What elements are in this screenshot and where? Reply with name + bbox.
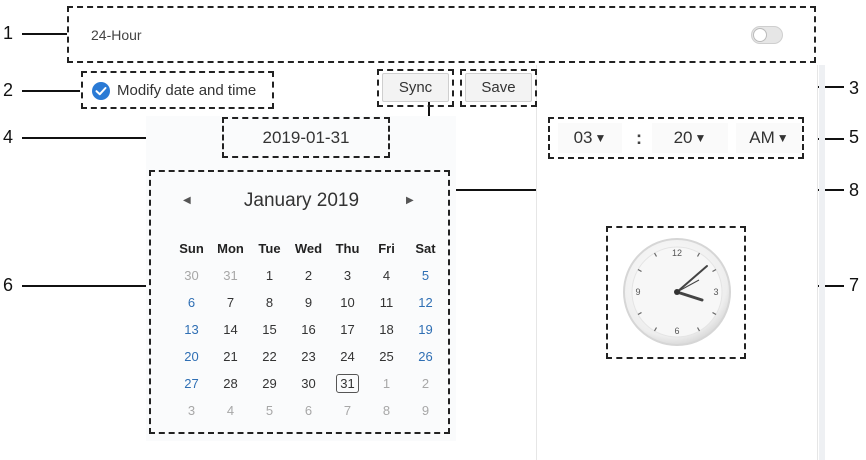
calendar-day[interactable]: 16 bbox=[289, 316, 328, 343]
calendar-day[interactable]: 6 bbox=[172, 289, 211, 316]
callout-line-1 bbox=[22, 33, 67, 35]
callout-1: 1 bbox=[3, 23, 14, 43]
next-month-icon[interactable]: ▶ bbox=[406, 195, 414, 206]
time-separator: : bbox=[636, 128, 642, 148]
calendar-day[interactable]: 27 bbox=[172, 370, 211, 397]
weekday-tue: Tue bbox=[258, 240, 281, 256]
calendar-day[interactable]: 2 bbox=[289, 262, 328, 289]
date-input[interactable]: 2019-01-31 bbox=[226, 121, 386, 154]
calendar-day[interactable]: 5 bbox=[250, 397, 289, 424]
calendar-day[interactable]: 17 bbox=[328, 316, 367, 343]
calendar-day[interactable]: 29 bbox=[250, 370, 289, 397]
hour-dropdown-icon: ▼ bbox=[594, 131, 607, 145]
calendar-day[interactable]: 14 bbox=[211, 316, 250, 343]
weekday-mon: Mon bbox=[217, 240, 244, 256]
callout-7: 7 bbox=[849, 275, 860, 295]
calendar-day[interactable]: 20 bbox=[172, 343, 211, 370]
save-button[interactable]: Save bbox=[465, 73, 532, 102]
calendar-widget: ◀ January 2019 ▶ Sun Mon Tue Wed Thu Fri… bbox=[149, 170, 450, 434]
calendar-day[interactable]: 30 bbox=[289, 370, 328, 397]
callout-2: 2 bbox=[3, 80, 14, 100]
calendar-day[interactable]: 30 bbox=[172, 262, 211, 289]
hour-mode-row: 24-Hour bbox=[67, 6, 816, 63]
calendar-day[interactable]: 3 bbox=[172, 397, 211, 424]
sync-button[interactable]: Sync bbox=[382, 73, 449, 102]
modify-checkbox-row[interactable]: Modify date and time bbox=[81, 71, 274, 109]
callout-3: 3 bbox=[849, 78, 860, 98]
ampm-value: AM bbox=[749, 128, 775, 147]
calendar-day[interactable]: 4 bbox=[211, 397, 250, 424]
clock-mark-9: 9 bbox=[635, 287, 640, 297]
hour-value: 03 bbox=[573, 128, 593, 147]
callout-4: 4 bbox=[3, 127, 14, 147]
hour-mode-label: 24-Hour bbox=[91, 27, 142, 43]
calendar-day[interactable]: 2 bbox=[406, 370, 445, 397]
hour-select[interactable]: 03 ▼ bbox=[558, 123, 622, 153]
calendar-day[interactable]: 9 bbox=[406, 397, 445, 424]
weekday-fri: Fri bbox=[378, 240, 395, 256]
right-scrollbar-track bbox=[819, 65, 825, 460]
ampm-dropdown-icon: ▼ bbox=[776, 131, 789, 145]
calendar-day[interactable]: 23 bbox=[289, 343, 328, 370]
clock-mark-6: 6 bbox=[674, 326, 679, 336]
calendar-day[interactable]: 25 bbox=[367, 343, 406, 370]
ampm-select[interactable]: AM ▼ bbox=[736, 123, 802, 153]
selected-day-label: 31 bbox=[336, 374, 359, 393]
callout-5: 5 bbox=[849, 127, 860, 147]
calendar-day[interactable]: 1 bbox=[367, 370, 406, 397]
time-picker-group: 03 ▼ : 20 ▼ AM ▼ bbox=[548, 117, 804, 159]
weekday-wed: Wed bbox=[294, 240, 323, 256]
minute-select[interactable]: 20 ▼ bbox=[652, 123, 728, 153]
calendar-day[interactable]: 15 bbox=[250, 316, 289, 343]
calendar-day[interactable]: 12 bbox=[406, 289, 445, 316]
weekday-sun: Sun bbox=[179, 240, 204, 256]
calendar-day[interactable]: 11 bbox=[367, 289, 406, 316]
calendar-day[interactable]: 26 bbox=[406, 343, 445, 370]
calendar-day[interactable]: 6 bbox=[289, 397, 328, 424]
calendar-day[interactable]: 21 bbox=[211, 343, 250, 370]
calendar-day[interactable]: 9 bbox=[289, 289, 328, 316]
weekday-sat: Sat bbox=[415, 240, 436, 256]
callout-8: 8 bbox=[849, 180, 860, 200]
calendar-day[interactable]: 4 bbox=[367, 262, 406, 289]
calendar-day[interactable]: 7 bbox=[211, 289, 250, 316]
modify-label: Modify date and time bbox=[117, 82, 257, 99]
toggle-knob bbox=[753, 28, 767, 42]
callout-6: 6 bbox=[3, 275, 14, 295]
clock-mark-12: 12 bbox=[672, 248, 682, 258]
calendar-week-row: 6 7 8 9 10 11 12 bbox=[172, 289, 445, 316]
calendar-day[interactable]: 10 bbox=[328, 289, 367, 316]
clock-face-icon: 12 3 6 9 bbox=[623, 238, 731, 346]
calendar-day[interactable]: 22 bbox=[250, 343, 289, 370]
weekday-thu: Thu bbox=[335, 240, 360, 256]
clock-mark-3: 3 bbox=[713, 287, 718, 297]
calendar-day[interactable]: 3 bbox=[328, 262, 367, 289]
minute-value: 20 bbox=[673, 128, 693, 147]
calendar-day[interactable]: 18 bbox=[367, 316, 406, 343]
calendar-week-row: 20 21 22 23 24 25 26 bbox=[172, 343, 445, 370]
calendar-day[interactable]: 5 bbox=[406, 262, 445, 289]
weekday-header-row: Sun Mon Tue Wed Thu Fri Sat bbox=[172, 234, 445, 262]
calendar-day[interactable]: 28 bbox=[211, 370, 250, 397]
calendar-week-row: 3 4 5 6 7 8 9 bbox=[172, 397, 445, 424]
calendar-week-row: 27 28 29 30 31 1 2 bbox=[172, 370, 445, 397]
calendar-day[interactable]: 1 bbox=[250, 262, 289, 289]
callout-line-6 bbox=[22, 285, 149, 287]
calendar-day[interactable]: 7 bbox=[328, 397, 367, 424]
calendar-day[interactable]: 31 bbox=[211, 262, 250, 289]
callout-line-2 bbox=[22, 90, 80, 92]
calendar-day[interactable]: 8 bbox=[367, 397, 406, 424]
check-circle-icon[interactable] bbox=[92, 82, 110, 100]
calendar-day[interactable]: 8 bbox=[250, 289, 289, 316]
minute-dropdown-icon: ▼ bbox=[694, 131, 707, 145]
calendar-week-row: 30 31 1 2 3 4 5 bbox=[172, 262, 445, 289]
calendar-day[interactable]: 19 bbox=[406, 316, 445, 343]
calendar-day[interactable]: 13 bbox=[172, 316, 211, 343]
calendar-day[interactable]: 24 bbox=[328, 343, 367, 370]
analog-clock-frame: 12 3 6 9 bbox=[606, 226, 746, 359]
calendar-week-row: 13 14 15 16 17 18 19 bbox=[172, 316, 445, 343]
calendar-day-selected[interactable]: 31 bbox=[328, 370, 367, 397]
calendar-grid: Sun Mon Tue Wed Thu Fri Sat 30 31 1 2 3 … bbox=[172, 234, 445, 424]
hour-mode-toggle[interactable] bbox=[751, 26, 783, 44]
